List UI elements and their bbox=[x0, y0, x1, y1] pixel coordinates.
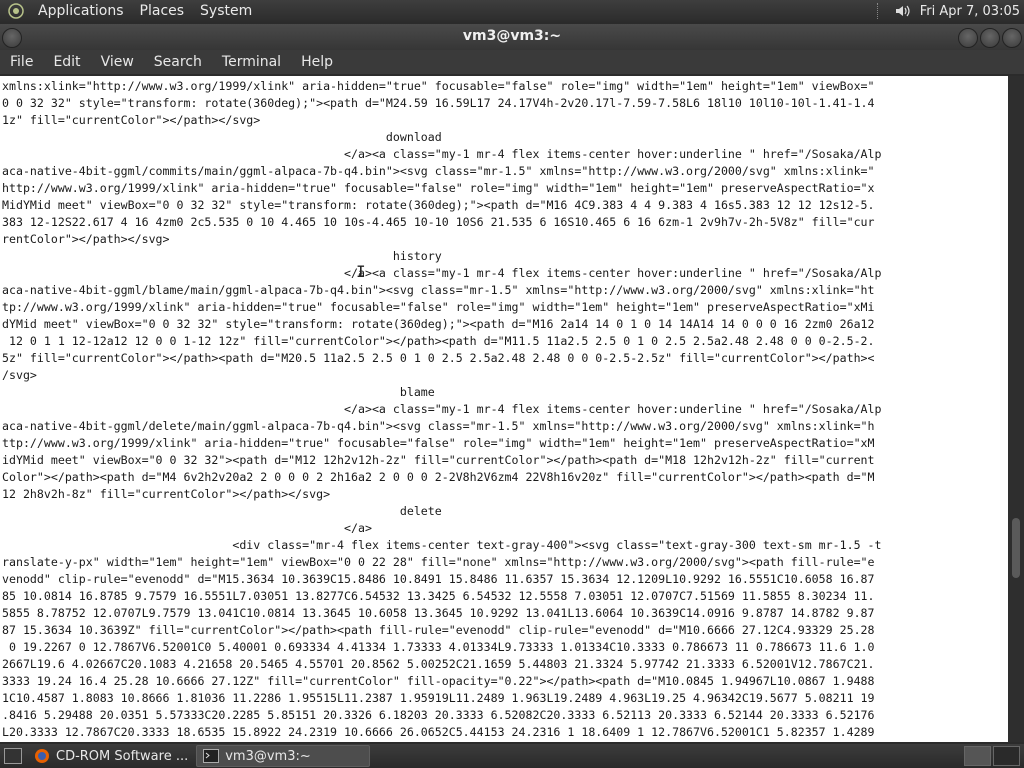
window-title: vm3@vm3:~ bbox=[462, 28, 562, 44]
ibeam-cursor-icon: I bbox=[356, 262, 366, 281]
clock[interactable]: Fri Apr 7, 03:05 bbox=[920, 4, 1020, 19]
menu-help[interactable]: Help bbox=[291, 54, 343, 70]
top-panel: Applications Places System Fri Apr 7, 03… bbox=[0, 0, 1024, 22]
volume-icon[interactable] bbox=[894, 2, 912, 20]
gnome-foot-icon[interactable] bbox=[6, 1, 26, 21]
taskbar-label: vm3@vm3:~ bbox=[225, 748, 311, 764]
bottom-panel: CD-ROM Software ... vm3@vm3:~ bbox=[0, 744, 1024, 768]
maximize-button[interactable] bbox=[980, 28, 1000, 48]
terminal-icon bbox=[203, 748, 220, 764]
scrollbar-thumb[interactable] bbox=[1012, 518, 1020, 578]
panel-separator bbox=[876, 3, 880, 19]
workspace-1[interactable] bbox=[964, 746, 991, 766]
taskbar-item-cdrom[interactable]: CD-ROM Software ... bbox=[28, 746, 194, 766]
menu-view[interactable]: View bbox=[91, 54, 144, 70]
workspace-2[interactable] bbox=[993, 746, 1020, 766]
taskbar-item-terminal[interactable]: vm3@vm3:~ bbox=[196, 745, 371, 767]
menu-file[interactable]: File bbox=[0, 54, 43, 70]
menu-search[interactable]: Search bbox=[144, 54, 212, 70]
applications-menu[interactable]: Applications bbox=[34, 3, 128, 19]
firefox-icon bbox=[34, 748, 50, 764]
terminal-output[interactable]: xmlns:xlink="http://www.w3.org/1999/xlin… bbox=[0, 76, 1008, 741]
places-menu[interactable]: Places bbox=[136, 3, 189, 19]
terminal-menubar: File Edit View Search Terminal Help bbox=[0, 50, 1024, 74]
terminal-view[interactable]: xmlns:xlink="http://www.w3.org/1999/xlin… bbox=[0, 76, 1008, 742]
workspace-switcher[interactable] bbox=[962, 746, 1020, 766]
taskbar-label: CD-ROM Software ... bbox=[56, 748, 189, 764]
close-button[interactable] bbox=[1002, 28, 1022, 48]
minimize-button[interactable] bbox=[958, 28, 978, 48]
menu-terminal[interactable]: Terminal bbox=[212, 54, 291, 70]
system-menu[interactable]: System bbox=[196, 3, 256, 19]
panel-tray: Fri Apr 7, 03:05 bbox=[876, 0, 1020, 22]
menu-edit[interactable]: Edit bbox=[43, 54, 90, 70]
terminal-scrollbar[interactable] bbox=[1008, 76, 1024, 742]
show-desktop-icon[interactable] bbox=[4, 748, 22, 764]
window-titlebar[interactable]: vm3@vm3:~ bbox=[0, 24, 1024, 50]
